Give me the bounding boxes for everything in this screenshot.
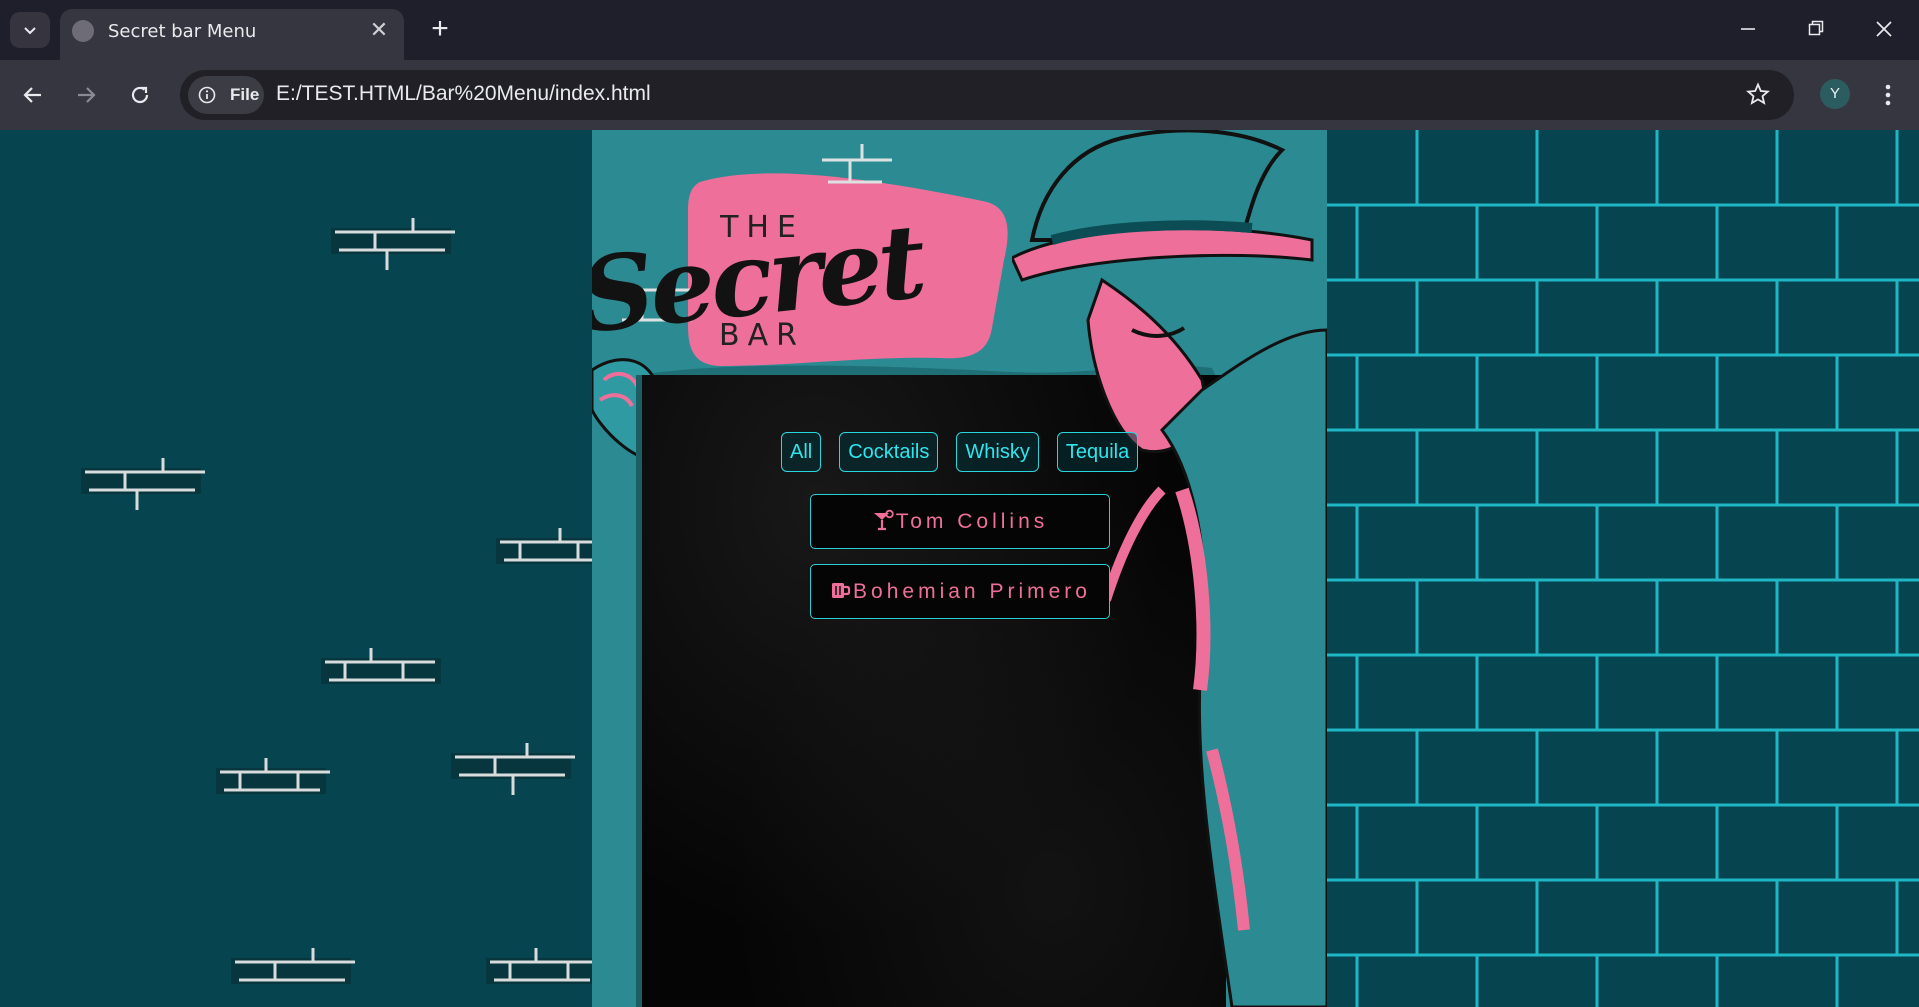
cocktail-glass-icon (873, 509, 894, 531)
drink-item-bohemian-primero[interactable]: Bohemian Primero (810, 564, 1110, 619)
drink-name: Bohemian Primero (853, 580, 1091, 603)
url-text[interactable]: E:/TEST.HTML/Bar%20Menu/index.html (276, 82, 651, 106)
category-filters: All Cocktails Whisky Tequila (781, 432, 1139, 472)
brick-sketch-icon (331, 218, 455, 270)
close-icon (1876, 21, 1892, 37)
more-vertical-icon (1885, 84, 1891, 106)
brick-wall-background (1327, 130, 1919, 1007)
browser-toolbar: File E:/TEST.HTML/Bar%20Menu/index.html … (0, 60, 1919, 130)
close-tab-icon[interactable]: ✕ (366, 17, 392, 43)
browser-tab-strip: Secret bar Menu ✕ + (0, 0, 1919, 60)
tab-search-button[interactable] (10, 12, 50, 48)
restore-icon (1808, 20, 1824, 36)
reload-icon (131, 86, 149, 104)
filter-tequila-button[interactable]: Tequila (1056, 432, 1139, 472)
beer-mug-icon (832, 583, 851, 598)
filter-whisky-button[interactable]: Whisky (956, 432, 1039, 472)
arrow-right-icon (78, 87, 96, 103)
reload-button[interactable] (120, 75, 160, 115)
close-window-button[interactable] (1860, 10, 1908, 48)
brick-sketch-icon (81, 458, 205, 510)
brick-sketch-icon (231, 948, 355, 984)
chevron-down-icon (24, 27, 36, 35)
brick-sketch-icon (216, 758, 330, 794)
globe-icon (72, 20, 94, 42)
back-button[interactable] (13, 75, 53, 115)
brick-sketch-icon (451, 743, 575, 795)
tab-title: Secret bar Menu (108, 21, 257, 42)
profile-avatar[interactable]: Y (1820, 79, 1850, 109)
address-bar[interactable]: File E:/TEST.HTML/Bar%20Menu/index.html (180, 70, 1794, 120)
drink-name: Tom Collins (895, 510, 1049, 533)
browser-menu-button[interactable] (1868, 75, 1908, 115)
brick-sketch-icon (321, 648, 441, 684)
site-info-chip[interactable]: File (188, 76, 264, 114)
star-icon (1746, 82, 1770, 105)
info-icon (198, 86, 216, 104)
filter-cocktails-button[interactable]: Cocktails (839, 432, 939, 472)
forward-button[interactable] (66, 75, 106, 115)
filter-all-button[interactable]: All (781, 432, 822, 472)
logo-bar-text: BAR (719, 318, 805, 353)
arrow-left-icon (23, 87, 41, 103)
drink-item-tom-collins[interactable]: Tom Collins (810, 494, 1110, 549)
browser-tab[interactable]: Secret bar Menu ✕ (60, 9, 404, 60)
minimize-icon (1741, 28, 1755, 30)
restore-button[interactable] (1792, 10, 1840, 48)
site-info-label: File (230, 85, 260, 104)
bookmark-button[interactable] (1738, 74, 1778, 114)
minimize-button[interactable] (1724, 10, 1772, 48)
new-tab-button[interactable]: + (424, 14, 456, 46)
